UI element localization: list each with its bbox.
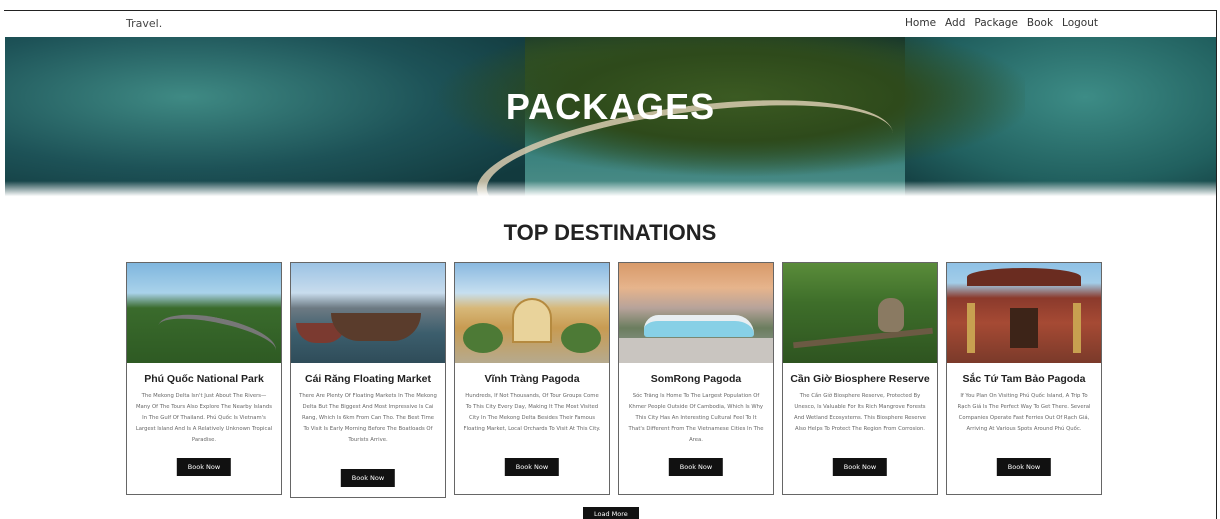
card-title: Sắc Tứ Tam Bảo Pagoda	[962, 373, 1086, 385]
hero-brush-edge	[5, 181, 1216, 197]
destination-card: Vĩnh Tràng Pagoda Hundreds, If Not Thous…	[454, 262, 610, 495]
destination-card: Cái Răng Floating Market There Are Plent…	[290, 262, 446, 498]
hero-title: PACKAGES	[505, 86, 716, 127]
card-description: Sóc Trăng Is Home To The Largest Populat…	[628, 393, 764, 443]
destination-card: Phú Quốc National Park The Mekong Delta …	[126, 262, 282, 495]
card-title: Phú Quốc National Park	[144, 373, 264, 385]
card-title: Cần Giờ Biosphere Reserve	[790, 373, 930, 385]
card-description: Hundreds, If Not Thousands, Of Tour Grou…	[463, 393, 601, 432]
card-title: Cái Răng Floating Market	[304, 373, 431, 385]
card-description: If You Plan On Visiting Phú Quốc Island,…	[957, 393, 1091, 432]
forest-road-photo	[127, 263, 281, 363]
card-title: Vĩnh Tràng Pagoda	[484, 373, 580, 385]
pagoda-photo	[455, 263, 609, 363]
reclining-buddha-photo	[619, 263, 773, 363]
nav-book[interactable]: Book	[1027, 17, 1053, 29]
floating-market-photo	[291, 263, 445, 363]
destination-cards: Phú Quốc National Park The Mekong Delta …	[126, 262, 1102, 498]
book-now-button[interactable]: Book Now	[996, 458, 1052, 476]
nav-links: Home Add Package Book Logout	[905, 17, 1098, 29]
card-description: The Mekong Delta Isn't Just About The Ri…	[135, 393, 273, 443]
section-title: TOP DESTINATIONS	[503, 220, 717, 245]
book-now-button[interactable]: Book Now	[176, 458, 232, 476]
navbar: Travel. Home Add Package Book Logout	[5, 11, 1216, 37]
card-title: SomRong Pagoda	[650, 373, 742, 385]
card-description: The Cần Giờ Biosphere Reserve, Protected…	[793, 393, 927, 432]
destination-card: Cần Giờ Biosphere Reserve The Cần Giờ Bi…	[782, 262, 938, 495]
book-now-button[interactable]: Book Now	[504, 458, 560, 476]
nav-home[interactable]: Home	[905, 17, 936, 29]
load-more-button[interactable]: Load More	[583, 507, 639, 519]
destination-card: SomRong Pagoda Sóc Trăng Is Home To The …	[618, 262, 774, 495]
monkey-photo	[783, 263, 937, 363]
temple-photo	[947, 263, 1101, 363]
nav-package[interactable]: Package	[974, 17, 1018, 29]
book-now-button[interactable]: Book Now	[832, 458, 888, 476]
destination-card: Sắc Tứ Tam Bảo Pagoda If You Plan On Vis…	[946, 262, 1102, 495]
book-now-button[interactable]: Book Now	[668, 458, 724, 476]
nav-add[interactable]: Add	[945, 17, 965, 29]
right-border	[1216, 10, 1217, 519]
brand-logo[interactable]: Travel.	[126, 17, 162, 30]
book-now-button[interactable]: Book Now	[340, 469, 396, 487]
card-description: There Are Plenty Of Floating Markets In …	[299, 393, 437, 443]
hero-banner: PACKAGES	[5, 37, 1216, 197]
nav-logout[interactable]: Logout	[1062, 17, 1098, 29]
